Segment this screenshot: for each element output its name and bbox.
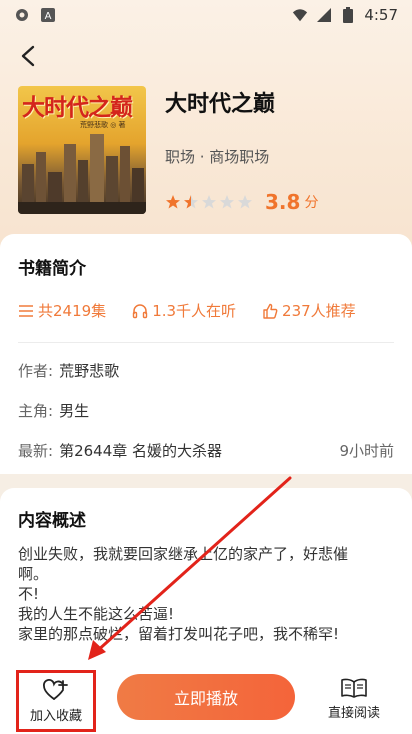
city-skyline-illustration bbox=[18, 134, 146, 214]
read-directly-label: 直接阅读 bbox=[327, 706, 380, 721]
protagonist-value: 男生 bbox=[59, 402, 90, 420]
description-line: 不! bbox=[18, 585, 40, 603]
book-cover[interactable]: 大时代之巅 荒野悲歌 ◎ 著 bbox=[18, 86, 146, 214]
play-now-button[interactable]: 立即播放 bbox=[117, 674, 295, 720]
book-info-card: 书籍简介 共2419集 1.3千人在听 237人推荐 作者: 荒野悲歌 主角: … bbox=[0, 234, 412, 474]
star-rating bbox=[165, 194, 253, 210]
latest-chapter-row[interactable]: 最新: 第2644章 名媛的大杀器 9小时前 bbox=[18, 440, 394, 461]
add-to-favorites-label: 加入收藏 bbox=[29, 708, 82, 724]
rating-score-unit: 分 bbox=[304, 195, 319, 211]
author-row: 作者: 荒野悲歌 bbox=[18, 360, 394, 381]
star-icon bbox=[220, 195, 234, 209]
latest-time: 9小时前 bbox=[339, 442, 394, 460]
list-icon bbox=[19, 304, 33, 317]
stats-row: 共2419集 1.3千人在听 237人推荐 bbox=[18, 300, 356, 321]
episode-count-stat[interactable]: 共2419集 bbox=[18, 300, 106, 321]
star-icon bbox=[166, 195, 180, 209]
bottom-action-bar: 加入收藏 立即播放 直接阅读 bbox=[0, 658, 412, 734]
cover-title: 大时代之巅 bbox=[22, 95, 133, 121]
listener-count: 1.3千人在听 bbox=[152, 302, 237, 320]
read-directly-button[interactable]: 直接阅读 bbox=[316, 678, 392, 728]
listeners-stat: 1.3千人在听 bbox=[132, 300, 236, 321]
battery-icon bbox=[340, 7, 356, 23]
section-title-summary: 内容概述 bbox=[18, 511, 86, 531]
open-book-icon bbox=[341, 678, 367, 698]
star-icon bbox=[184, 195, 198, 209]
rating-row: 3.8 分 bbox=[165, 190, 318, 214]
description-line: 创业失败，我就要回家继承上亿的家产了，好悲催 bbox=[18, 545, 349, 563]
book-category: 职场 · 商场职场 bbox=[165, 148, 270, 166]
add-to-favorites-button[interactable]: 加入收藏 bbox=[16, 670, 96, 732]
latest-label: 最新: bbox=[18, 442, 54, 460]
protagonist-row: 主角: 男生 bbox=[18, 400, 394, 421]
description-line: 家里的那点破烂，留着打发叫花子吧，我不稀罕! bbox=[18, 625, 340, 643]
wifi-icon bbox=[292, 7, 308, 23]
divider bbox=[18, 342, 394, 343]
headphones-icon bbox=[132, 303, 148, 318]
section-title-book-intro: 书籍简介 bbox=[18, 259, 86, 279]
author-name[interactable]: 荒野悲歌 bbox=[59, 360, 119, 381]
status-time: 4:57 bbox=[364, 6, 398, 24]
protagonist-label: 主角: bbox=[18, 402, 54, 420]
star-icon bbox=[238, 195, 252, 209]
recommend-stat[interactable]: 237人推荐 bbox=[262, 300, 356, 321]
star-icon bbox=[202, 195, 216, 209]
svg-text:A: A bbox=[45, 11, 52, 22]
settings-gear-icon bbox=[14, 7, 30, 23]
description-text: 创业失败，我就要回家继承上亿的家产了，好悲催 啊。 不! 我的人生不能这么苦逼!… bbox=[18, 544, 396, 644]
episode-count: 共2419集 bbox=[38, 302, 107, 320]
back-button[interactable] bbox=[12, 40, 44, 72]
status-bar: A 4:57 bbox=[0, 0, 412, 30]
description-line: 啊。 bbox=[18, 565, 49, 583]
author-label: 作者: bbox=[18, 362, 54, 380]
recommend-count: 237人推荐 bbox=[282, 302, 356, 320]
latest-chapter: 第2644章 名媛的大杀器 bbox=[59, 442, 223, 460]
signal-icon bbox=[316, 7, 332, 23]
chevron-left-icon bbox=[21, 45, 35, 67]
a-app-icon: A bbox=[40, 7, 56, 23]
book-title: 大时代之巅 bbox=[165, 92, 276, 117]
rating-score: 3.8 bbox=[265, 190, 301, 214]
description-line: 我的人生不能这么苦逼! bbox=[18, 605, 175, 623]
heart-plus-icon bbox=[43, 678, 68, 700]
thumbs-up-icon bbox=[263, 303, 278, 319]
